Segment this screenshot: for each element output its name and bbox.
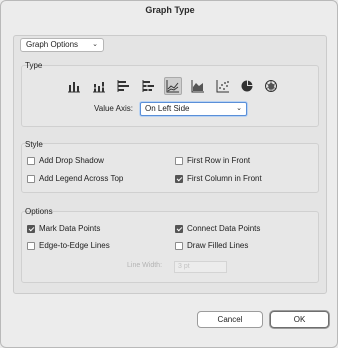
type-group xyxy=(21,65,319,127)
first-row-in-front-checkbox[interactable] xyxy=(175,157,183,165)
add-drop-shadow-checkbox[interactable] xyxy=(27,157,35,165)
style-group xyxy=(21,143,319,193)
draw-filled-lines-label: Draw Filled Lines xyxy=(187,241,249,250)
graph-options-dropdown[interactable]: Graph Options ⌄ xyxy=(20,38,104,52)
radar-graph-icon[interactable] xyxy=(262,77,280,95)
add-drop-shadow-label: Add Drop Shadow xyxy=(39,156,104,165)
dialog-title: Graph Type xyxy=(145,5,195,15)
line-width-field[interactable]: 3 pt xyxy=(174,261,227,273)
type-group-label: Type xyxy=(25,61,43,70)
scatter-graph-icon[interactable] xyxy=(214,77,232,95)
value-axis-label: Value Axis: xyxy=(94,104,133,113)
first-row-in-front-label: First Row in Front xyxy=(187,156,251,165)
cancel-button[interactable]: Cancel xyxy=(197,311,263,328)
edge-to-edge-lines-checkbox[interactable] xyxy=(27,242,35,250)
line-width-label: Line Width: xyxy=(127,262,163,269)
graph-options-dropdown-label: Graph Options xyxy=(26,40,79,49)
style-group-label: Style xyxy=(25,140,43,149)
graph-type-icons xyxy=(65,77,281,95)
connect-data-points-checkbox[interactable] xyxy=(175,225,183,233)
mark-data-points-label: Mark Data Points xyxy=(39,224,101,233)
chevron-down-icon: ⌄ xyxy=(236,105,242,112)
area-graph-icon[interactable] xyxy=(189,77,207,95)
stacked-bar-graph-icon[interactable] xyxy=(140,77,158,95)
options-group-label: Options xyxy=(25,207,53,216)
add-legend-across-top-checkbox[interactable] xyxy=(27,175,35,183)
bar-graph-icon[interactable] xyxy=(115,77,133,95)
first-column-in-front-label: First Column in Front xyxy=(187,174,262,183)
ok-button[interactable]: OK xyxy=(270,311,329,328)
graph-type-dialog: Graph Type Graph Options ⌄ Type Value Ax… xyxy=(0,0,338,348)
edge-to-edge-lines-label: Edge-to-Edge Lines xyxy=(39,241,110,250)
chevron-down-icon: ⌄ xyxy=(92,41,98,48)
column-graph-icon[interactable] xyxy=(65,77,83,95)
pie-graph-icon[interactable] xyxy=(238,77,256,95)
connect-data-points-label: Connect Data Points xyxy=(187,224,261,233)
value-axis-value: On Left Side xyxy=(145,104,190,113)
add-legend-across-top-label: Add Legend Across Top xyxy=(39,174,124,183)
stacked-column-graph-icon[interactable] xyxy=(90,77,108,95)
draw-filled-lines-checkbox[interactable] xyxy=(175,242,183,250)
mark-data-points-checkbox[interactable] xyxy=(27,225,35,233)
first-column-in-front-checkbox[interactable] xyxy=(175,175,183,183)
value-axis-select[interactable]: On Left Side ⌄ xyxy=(140,102,247,116)
line-graph-icon[interactable] xyxy=(164,77,182,95)
